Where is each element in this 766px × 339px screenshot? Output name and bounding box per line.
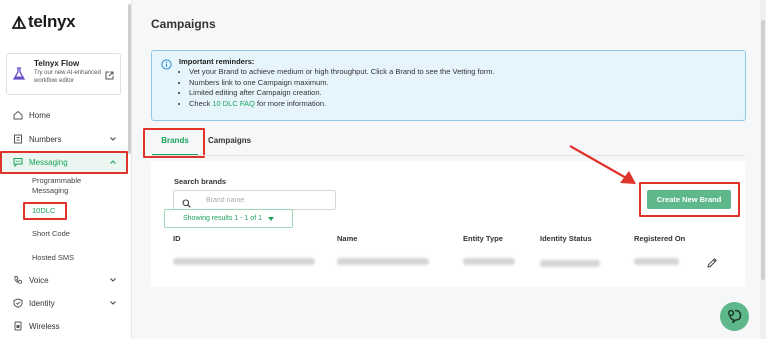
sidebar-item-label: Numbers [29,134,62,144]
wireless-icon [13,321,23,331]
important-reminders-notice: Important reminders: Vet your Brand to a… [151,50,746,121]
sidebar-scrollbar-thumb[interactable] [128,4,131,154]
notice-item-faq: Check 10 DLC FAQ for more information. [189,99,495,110]
10dlc-highlight-box [23,202,67,220]
column-header-entity-type: Entity Type [463,234,503,243]
faq-link[interactable]: 10 DLC FAQ [212,99,255,108]
create-brand-highlight-box [639,182,740,217]
column-header-id: ID [173,234,181,243]
search-brands-input[interactable] [204,194,328,207]
page-scrollbar-thumb[interactable] [761,20,765,280]
annotation-arrow-icon [569,145,636,184]
notice-item: Numbers link to one Campaign maximum. [189,78,495,89]
home-icon [13,110,23,120]
redacted-id-cell [173,258,315,265]
sidebar-item-label: Identity [29,298,55,308]
voice-icon [13,275,23,285]
notice-item: Limited editing after Campaign creation. [189,88,495,99]
redacted-identity-status-cell [540,260,600,267]
brands-tab-highlight-box [143,128,205,158]
search-brands-field[interactable] [173,190,336,210]
external-link-icon[interactable] [105,67,114,85]
logo-text: telnyx [28,12,76,31]
sidebar: telnyx Telnyx Flow Try our new AI-enhanc… [0,0,132,339]
redacted-registered-on-cell [634,258,679,265]
sidebar-item-label: Voice [29,275,49,285]
sidebar-item-numbers[interactable]: Numbers [0,129,127,149]
chat-support-icon [727,309,742,324]
sidebar-subitem-short-code[interactable]: Short Code [32,229,70,239]
telnyx-logo-icon [12,15,26,29]
info-icon [161,57,172,75]
notice-heading: Important reminders: [179,57,255,66]
sidebar-item-wireless[interactable]: Wireless [0,316,127,336]
column-header-name: Name [337,234,358,243]
column-header-registered-on: Registered On [634,234,686,243]
sidebar-subitem-hosted-sms[interactable]: Hosted SMS [32,253,74,263]
column-header-identity-status: Identity Status [540,234,592,243]
notice-item: Vet your Brand to achieve medium or high… [189,67,495,78]
messaging-highlight-box [0,151,128,174]
sidebar-item-home[interactable]: Home [0,105,127,125]
sidebar-item-label: Home [29,110,51,120]
edit-pencil-icon[interactable] [706,256,718,274]
chevron-down-icon [110,278,116,282]
redacted-entity-type-cell [463,258,515,265]
identity-icon [13,298,23,308]
chevron-down-icon [110,137,116,141]
telnyx-flow-card[interactable]: Telnyx Flow Try our new AI-enhanced work… [6,53,121,95]
sidebar-scrollbar[interactable] [128,0,131,339]
redacted-name-cell [337,258,429,265]
flow-card-description: Try our new AI-enhanced workflow editor [34,70,101,84]
telnyx-logo[interactable]: telnyx [12,12,76,32]
notice-list: Vet your Brand to achieve medium or high… [179,67,495,109]
flask-icon [12,67,26,86]
support-chat-button[interactable] [720,302,749,331]
page-scrollbar[interactable] [760,0,766,339]
showing-results-dropdown[interactable]: Showing results 1 - 1 of 1 [164,209,293,228]
sidebar-item-identity[interactable]: Identity [0,293,127,313]
chevron-down-icon [110,301,116,305]
showing-results-text: Showing results 1 - 1 of 1 [183,215,262,222]
faq-prefix: Check [189,98,213,108]
page-title: Campaigns [151,17,216,31]
flow-card-title: Telnyx Flow [34,59,80,68]
caret-down-icon [268,216,274,221]
search-brands-label: Search brands [174,177,227,186]
faq-suffix: for more information. [254,98,327,108]
tabs-divider [151,155,745,156]
numbers-icon [13,134,23,144]
sidebar-item-label: Wireless [29,321,60,331]
sidebar-subitem-programmable-messaging[interactable]: Programmable Messaging [32,176,112,196]
tab-campaigns[interactable]: Campaigns [208,133,251,154]
sidebar-item-voice[interactable]: Voice [0,270,127,290]
